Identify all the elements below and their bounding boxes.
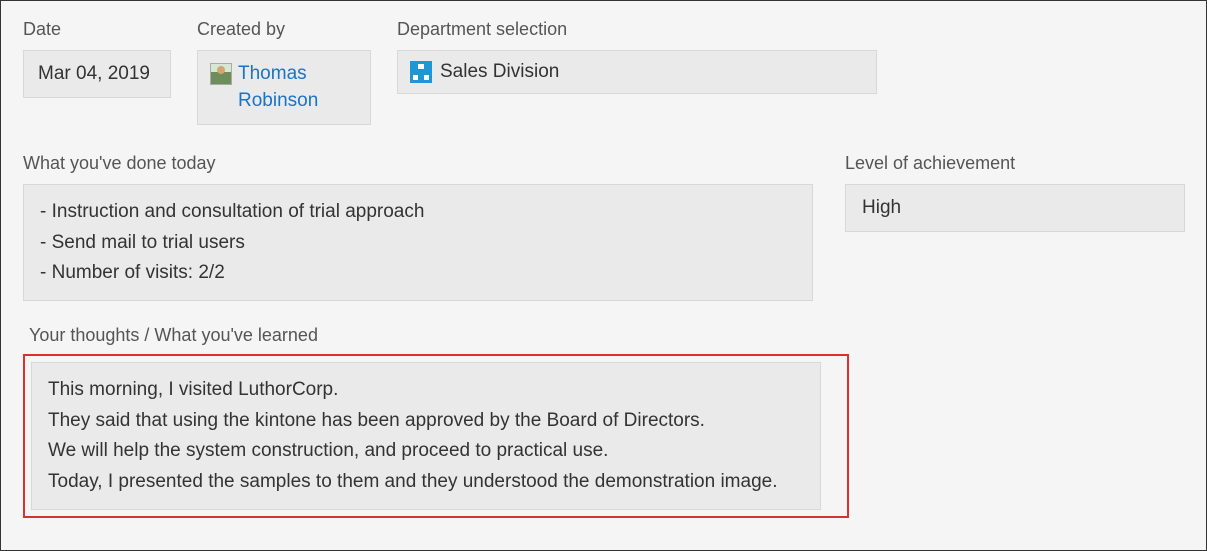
achievement-field-group: Level of achievement High [845, 153, 1185, 301]
user-avatar-icon [210, 63, 232, 85]
done-today-field-group: What you've done today - Instruction and… [23, 153, 813, 301]
user-link[interactable]: Thomas Robinson [238, 61, 358, 114]
main-fields-row: What you've done today - Instruction and… [23, 153, 1184, 301]
achievement-label: Level of achievement [845, 153, 1185, 174]
top-fields-row: Date Mar 04, 2019 Created by Thomas Robi… [23, 19, 1184, 125]
record-detail-panel: Date Mar 04, 2019 Created by Thomas Robi… [0, 0, 1207, 551]
department-label: Department selection [397, 19, 877, 40]
thoughts-section: Your thoughts / What you've learned This… [23, 325, 1184, 518]
done-today-value: - Instruction and consultation of trial … [23, 184, 813, 301]
created-by-label: Created by [197, 19, 371, 40]
done-today-label: What you've done today [23, 153, 813, 174]
thoughts-label: Your thoughts / What you've learned [29, 325, 1184, 346]
department-text: Sales Division [440, 61, 559, 83]
department-field-group: Department selection Sales Division [397, 19, 877, 125]
date-field-group: Date Mar 04, 2019 [23, 19, 171, 125]
achievement-value: High [845, 184, 1185, 232]
highlighted-region: This morning, I visited LuthorCorp. They… [23, 354, 849, 518]
created-by-field-group: Created by Thomas Robinson [197, 19, 371, 125]
date-value: Mar 04, 2019 [23, 50, 171, 98]
date-label: Date [23, 19, 171, 40]
organization-icon [410, 61, 432, 83]
department-value: Sales Division [397, 50, 877, 94]
created-by-value: Thomas Robinson [197, 50, 371, 125]
thoughts-value: This morning, I visited LuthorCorp. They… [31, 362, 821, 510]
